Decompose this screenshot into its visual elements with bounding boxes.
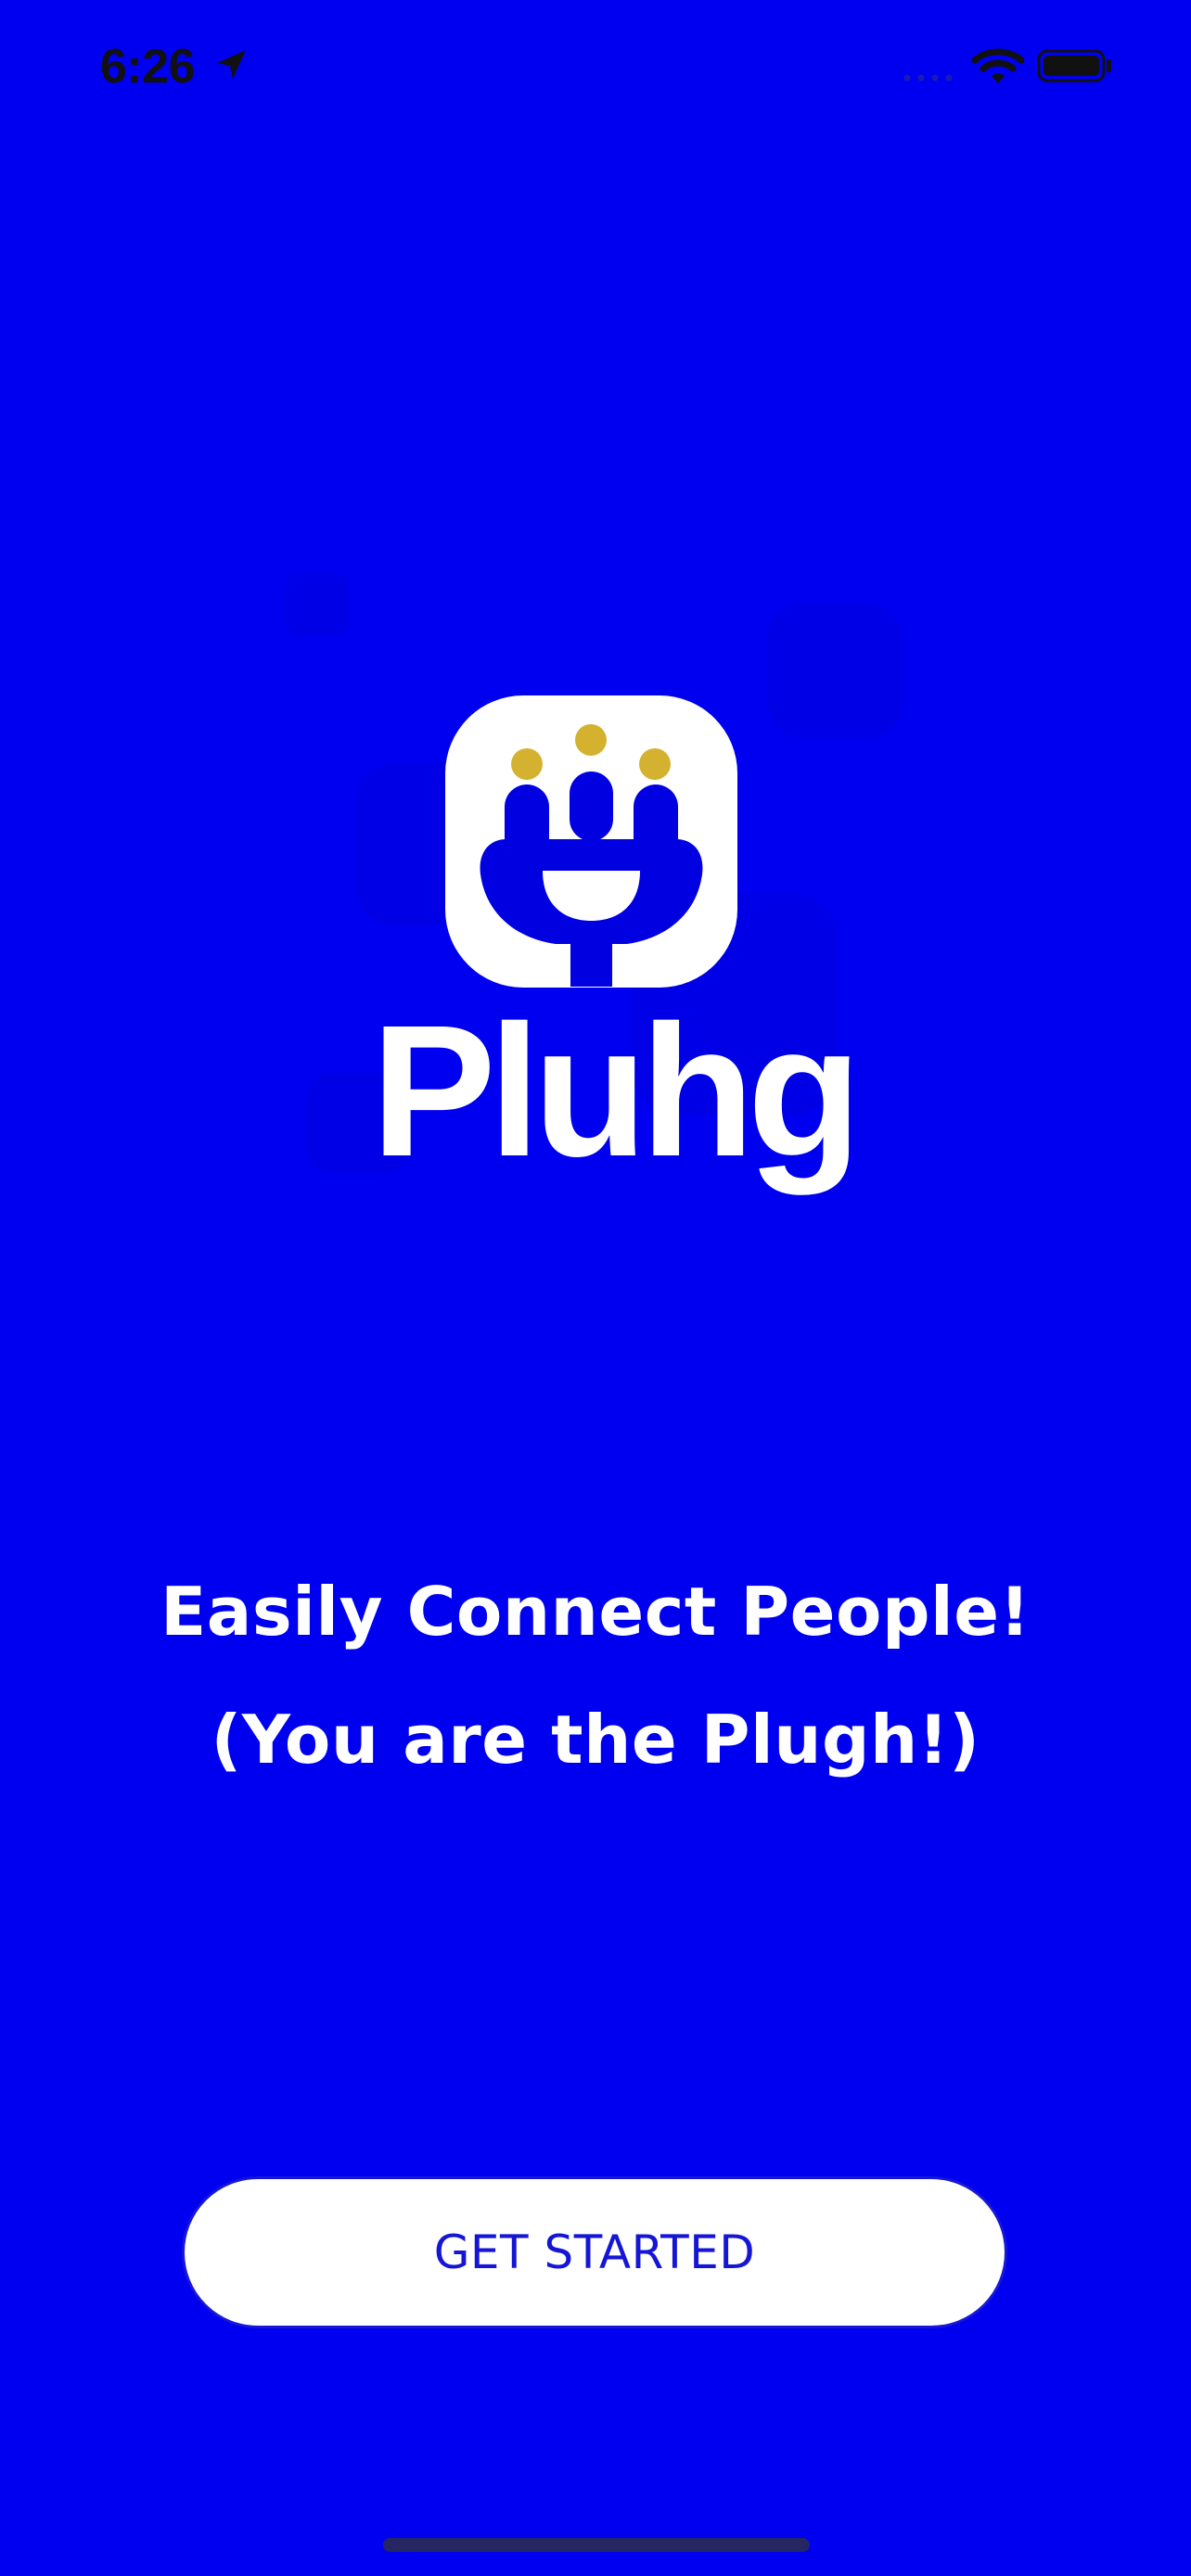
background-tile xyxy=(286,573,349,636)
background-tile xyxy=(768,604,903,738)
cellular-signal-icon xyxy=(903,74,953,82)
location-arrow-icon xyxy=(217,50,246,79)
onboarding-screen: 6:26 Pluhg Easily Connect People! (You a… xyxy=(0,0,1191,2576)
wifi-icon xyxy=(972,48,1024,83)
battery-icon xyxy=(1037,49,1111,83)
get-started-label: GET STARTED xyxy=(433,2225,756,2279)
tagline-line-2: (You are the Plugh!) xyxy=(211,1701,980,1779)
get-started-button[interactable]: GET STARTED xyxy=(182,2176,1007,2328)
status-time: 6:26 xyxy=(100,40,196,94)
status-bar: 6:26 xyxy=(0,0,1191,130)
app-wordmark: Pluhg xyxy=(371,986,862,1195)
home-indicator[interactable] xyxy=(383,2538,810,2552)
tagline-line-1: Easily Connect People! xyxy=(160,1573,1031,1651)
smiling-plug-icon xyxy=(445,695,737,988)
